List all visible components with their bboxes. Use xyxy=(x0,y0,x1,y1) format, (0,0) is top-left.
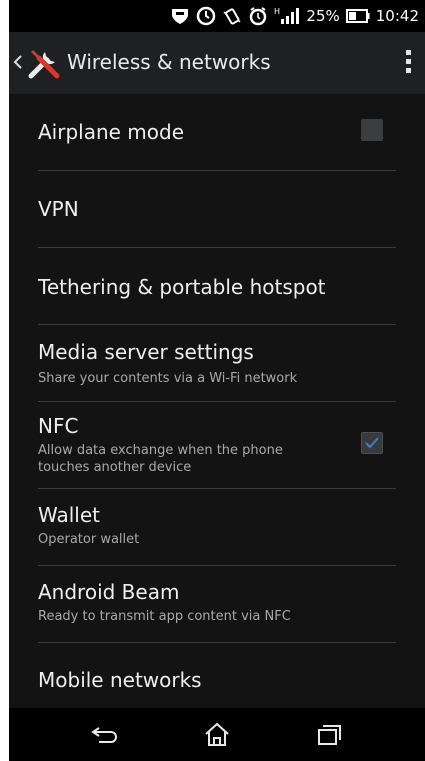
setting-subtitle: Share your contents via a Wi-Fi network xyxy=(38,371,298,386)
setting-media-server[interactable]: Media server settings Share your content… xyxy=(9,325,425,401)
svg-text:H: H xyxy=(274,7,280,16)
recent-apps-icon[interactable] xyxy=(314,720,344,748)
phone-screen: H 25% 10:42 Wireless & networks Airplane… xyxy=(9,0,425,761)
clock-time: 10:42 xyxy=(375,7,419,25)
settings-list: Airplane mode VPN Tethering & portable h… xyxy=(9,94,425,708)
setting-title: Media server settings xyxy=(38,340,254,364)
setting-mobile-networks[interactable]: Mobile networks xyxy=(9,643,425,708)
setting-subtitle: Ready to transmit app content via NFC xyxy=(38,609,291,624)
setting-title: NFC xyxy=(38,414,79,438)
overflow-menu-icon[interactable] xyxy=(403,50,413,76)
setting-title: Airplane mode xyxy=(38,120,185,144)
setting-airplane-mode[interactable]: Airplane mode xyxy=(9,94,425,170)
home-icon[interactable] xyxy=(202,720,232,748)
setting-title: Android Beam xyxy=(38,580,180,604)
navigation-bar xyxy=(9,708,425,761)
page-title: Wireless & networks xyxy=(67,50,271,74)
nfc-checkbox[interactable] xyxy=(361,432,383,454)
tools-icon[interactable] xyxy=(27,46,61,80)
setting-vpn[interactable]: VPN xyxy=(9,171,425,247)
setting-subtitle: Allow data exchange when the phone touch… xyxy=(38,443,283,475)
setting-subtitle: Operator wallet xyxy=(38,532,140,547)
vibrate-icon xyxy=(223,8,241,25)
setting-tethering[interactable]: Tethering & portable hotspot xyxy=(9,248,425,324)
clock-icon xyxy=(197,6,216,26)
status-bar: H 25% 10:42 xyxy=(9,0,425,32)
airplane-mode-checkbox[interactable] xyxy=(361,119,383,141)
setting-android-beam[interactable]: Android Beam Ready to transmit app conte… xyxy=(9,566,425,642)
back-chevron-icon[interactable] xyxy=(13,54,23,70)
setting-title: Wallet xyxy=(38,503,101,527)
battery-icon xyxy=(345,9,370,23)
setting-title: Mobile networks xyxy=(38,668,202,692)
setting-wallet[interactable]: Wallet Operator wallet xyxy=(9,489,425,565)
setting-title: Tethering & portable hotspot xyxy=(38,275,326,299)
setting-nfc[interactable]: NFC Allow data exchange when the phone t… xyxy=(9,402,425,488)
signal-icon: H xyxy=(274,7,300,24)
checkmark-icon xyxy=(365,437,379,449)
setting-title: VPN xyxy=(38,197,79,221)
back-icon[interactable] xyxy=(89,720,123,748)
battery-percent: 25% xyxy=(306,7,340,25)
action-bar: Wireless & networks xyxy=(9,32,425,94)
alarm-icon xyxy=(250,7,267,26)
shield-icon xyxy=(172,9,189,24)
